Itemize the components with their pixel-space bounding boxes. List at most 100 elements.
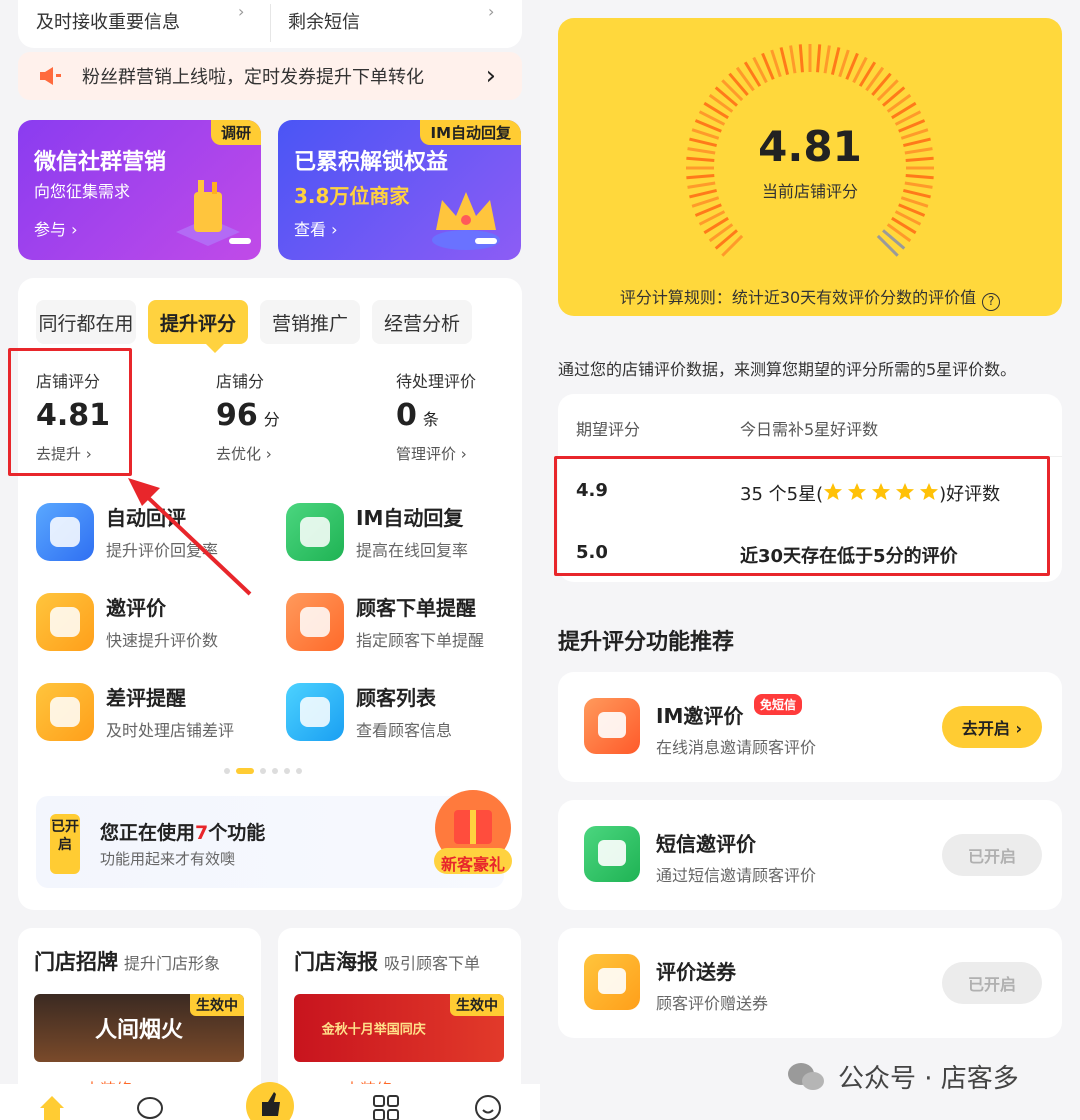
feature-bad-review-alert[interactable]: 差评提醒 及时处理店铺差评 (36, 682, 234, 741)
feature-desc: 指定顾客下单提醒 (356, 631, 485, 650)
features-in-use-subtitle: 功能用起来才有效噢 (100, 850, 236, 868)
promo-action-link[interactable]: 查看 › (294, 216, 338, 240)
chevron-right-icon: › (485, 61, 496, 91)
promo-im-auto-reply[interactable]: IM自动回复 已累积解锁权益 3.8万位商家 查看 › (278, 120, 521, 260)
wechat-logo-icon (786, 1061, 826, 1093)
enabled-button[interactable]: 已开启 (942, 834, 1042, 876)
tab-business-analysis[interactable]: 经营分析 (372, 300, 472, 344)
features-in-use-title: 您正在使用7个功能 (100, 822, 266, 844)
contacts-icon (286, 682, 344, 741)
sms-icon (584, 826, 640, 882)
enabled-button[interactable]: 已开启 (942, 962, 1042, 1004)
status-badge: 生效中 (190, 994, 244, 1016)
current-score: 4.81 (758, 122, 862, 171)
feature-name: IM邀评价 (656, 704, 744, 728)
promo-subtitle: 向您征集需求 (34, 182, 131, 201)
gauge-tick (770, 49, 782, 78)
help-icon[interactable]: ? (982, 293, 1001, 311)
col-header-needed: 今日需补5星好评数 (740, 420, 879, 439)
highlight-box (554, 456, 1050, 576)
feature-title: IM自动回复 (356, 506, 464, 530)
new-customer-gift[interactable]: 新客豪礼 (430, 788, 516, 878)
bottom-tab-bar (0, 1082, 540, 1120)
feature-im-auto-reply[interactable]: IM自动回复 提高在线回复率 (286, 502, 468, 561)
enable-button[interactable]: 去开启 › (942, 706, 1042, 748)
feature-card-im-invite: IM邀评价 免短信 在线消息邀请顾客评价 去开启 › (558, 672, 1062, 782)
chevron-right-icon: › (238, 2, 245, 21)
feature-customer-list[interactable]: 顾客列表查看顾客信息 (286, 682, 452, 741)
promo-action-link[interactable]: 参与 › (34, 216, 78, 240)
carousel-indicator (475, 238, 497, 244)
rating-rule: 评分计算规则：统计近30天有效评价分数的评价值? (558, 284, 1062, 311)
manage-reviews-link[interactable]: 管理评价 › (396, 443, 476, 464)
store-icon[interactable] (136, 1094, 164, 1120)
feature-desc: 快速提升评价数 (106, 631, 219, 650)
stat-label: 店铺分 (216, 372, 265, 391)
status-badge: 生效中 (450, 994, 504, 1016)
card-title: 门店招牌 提升门店形象 (34, 950, 221, 974)
notice-text: 粉丝群营销上线啦，定时发券提升下单转化 (82, 67, 424, 88)
tab-peers-use[interactable]: 同行都在用 (36, 300, 136, 344)
gift-label: 新客豪礼 (440, 855, 505, 874)
card-title: 门店海报 吸引顾客下单 (294, 950, 481, 974)
promo-title: 微信社群营销 (34, 150, 167, 175)
page-indicator (224, 768, 302, 774)
highlight-box (8, 348, 132, 476)
current-score-label: 当前店铺评分 (761, 182, 858, 201)
gauge-tick (823, 45, 831, 74)
top-message-card: 及时接收重要信息 › 剩余短信 › (18, 0, 522, 48)
notice-bar[interactable]: 粉丝群营销上线啦，定时发券提升下单转化 › (18, 52, 522, 100)
explain-text: 通过您的店铺评价数据，来测算您期望的评分所需的5星评价数。 (558, 360, 1017, 379)
section-title: 提升评分功能推荐 (558, 630, 735, 655)
optimize-link[interactable]: 去优化 › (216, 443, 280, 464)
speaker-icon (40, 67, 62, 85)
annotation-arrow (128, 478, 252, 596)
promo-tag: IM自动回复 (420, 120, 521, 145)
col-header-expected: 期望评分 (576, 420, 641, 439)
promo-subtitle: 3.8万位商家 (294, 184, 410, 208)
enabled-badge: 已开启 (50, 814, 80, 874)
remaining-sms-item[interactable]: 剩余短信 (288, 8, 360, 34)
thumbs-up-icon[interactable] (246, 1082, 294, 1120)
apps-grid-icon[interactable] (372, 1094, 400, 1120)
tab-marketing[interactable]: 营销推广 (260, 300, 360, 344)
rating-gauge-card: 4.81 当前店铺评分 评分计算规则：统计近30天有效评价分数的评价值? (558, 18, 1062, 316)
promo-wechat-community[interactable]: 调研 微信社群营销 向您征集需求 参与 › (18, 120, 261, 260)
chevron-right-icon: › (488, 2, 495, 21)
home-icon[interactable] (38, 1094, 66, 1120)
stat-value: 0条 (396, 398, 439, 433)
receive-messages-item[interactable]: 及时接收重要信息 (36, 8, 180, 34)
bell-icon (286, 592, 344, 651)
gauge-tick (798, 44, 804, 73)
feature-desc: 顾客评价赠送券 (656, 994, 769, 1013)
store-poster-image: 金秋十月举国同庆 生效中 (294, 994, 504, 1062)
stat-value: 96 分 (216, 398, 280, 433)
tab-improve-rating[interactable]: 提升评分 (148, 300, 248, 344)
no-sms-badge: 免短信 (754, 694, 803, 715)
feature-name: 短信邀评价 (656, 832, 756, 856)
feature-desc: 通过短信邀请顾客评价 (656, 866, 817, 885)
gauge-tick (816, 44, 822, 73)
chat-icon (286, 502, 344, 561)
feature-card-sms-invite: 短信邀评价 通过短信邀请顾客评价 已开启 (558, 800, 1062, 910)
right-screen: 4.81 当前店铺评分 评分计算规则：统计近30天有效评价分数的评价值? 通过您… (540, 0, 1080, 1120)
profile-smile-icon[interactable] (474, 1094, 502, 1120)
feature-order-reminder[interactable]: 顾客下单提醒指定顾客下单提醒 (286, 592, 484, 651)
left-screen: 及时接收重要信息 › 剩余短信 › 粉丝群营销上线啦，定时发券提升下单转化 › … (0, 0, 540, 1120)
feature-title: 顾客列表 (356, 686, 436, 710)
alert-flower-icon (36, 682, 94, 741)
gauge-tick (838, 49, 850, 78)
stat-store-score: 店铺分 96 分 去优化 › (216, 368, 280, 464)
feature-card-review-coupon: 评价送券 顾客评价赠送券 已开启 (558, 928, 1062, 1038)
gauge-tick (830, 47, 841, 76)
promo-tag: 调研 (210, 120, 261, 145)
coupon-icon (584, 954, 640, 1010)
store-sign-image: 人间烟火 生效中 (34, 994, 244, 1062)
feature-title: 差评提醒 (106, 686, 186, 710)
carousel-indicator (229, 238, 251, 244)
tab-bar: 同行都在用 提升评分 营销推广 经营分析 (36, 300, 472, 344)
feature-desc: 查看顾客信息 (356, 721, 453, 740)
feature-title: 顾客下单提醒 (356, 596, 476, 620)
active-tab-indicator (206, 344, 224, 353)
feature-desc: 在线消息邀请顾客评价 (656, 738, 817, 757)
